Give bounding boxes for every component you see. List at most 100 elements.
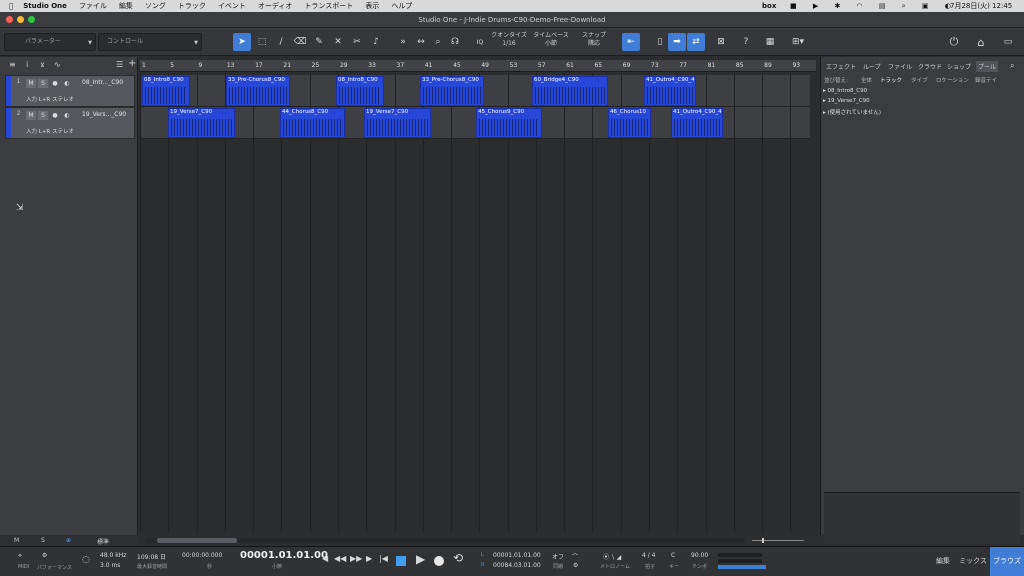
tab-loops[interactable]: ループ <box>863 62 881 71</box>
tab-effects[interactable]: エフェクト <box>826 62 856 71</box>
loop-start[interactable]: 00001.01.01.00 <box>493 552 541 559</box>
audio-clip[interactable]: 08_Intro8_C90 <box>142 76 190 106</box>
audio-clip[interactable]: 19_Verse7_C90 <box>168 108 235 138</box>
timeline-ruler[interactable]: 1 5 9 13 17 21 25 29 33 37 41 45 49 53 57 61 65 69 73 77 81 8… <box>140 60 816 72</box>
audio-clip[interactable]: 33_Pre-Chorus8_C90 <box>226 76 290 106</box>
track-header-1[interactable]: 1 M S ● ◐ 08_Intr..._C90 入力 L+R ステレオ <box>5 75 135 107</box>
tab-mix[interactable]: ミックス <box>958 547 988 576</box>
snap-toggle-button[interactable]: ⇤ <box>622 33 640 51</box>
tab-files[interactable]: ファイル <box>888 62 912 71</box>
tab-edit[interactable]: 編集 <box>930 547 956 576</box>
split-tool-button[interactable]: / <box>272 33 290 51</box>
video-icon[interactable]: ▦ <box>761 33 779 51</box>
play-button[interactable]: ▶ <box>416 552 425 566</box>
audio-clip[interactable]: 19_Verse7_C90 <box>364 108 431 138</box>
key-value[interactable]: C <box>671 552 675 559</box>
track-header-2[interactable]: 2 M S ● ◐ 19_Vers..._C90 入力 L+R ステレオ <box>5 107 135 139</box>
footer-s[interactable]: S <box>41 537 45 544</box>
audition-tool-button[interactable]: ☊ <box>446 33 464 51</box>
snap-select[interactable]: スナップ 隣応 <box>576 32 612 48</box>
home-icon[interactable]: ⌂ <box>972 33 990 51</box>
audio-clip[interactable]: 08_Intro8_C90 <box>336 76 384 106</box>
rewind-button[interactable]: ◀◀ <box>334 554 346 563</box>
draw-tool-button[interactable]: » <box>394 33 412 51</box>
automation-icon[interactable]: ∿ <box>54 60 61 69</box>
track-name[interactable]: 19_Vers..._C90 <box>82 111 126 118</box>
status-icons[interactable]: ■ ▶ ✱ ◠ ▤ ⌕ ▣ ◐ <box>790 2 958 11</box>
add-track-icon[interactable]: + <box>128 58 136 69</box>
search-icon[interactable]: ⌕ <box>1010 61 1014 71</box>
arrow-tool-button[interactable]: ➤ <box>233 33 251 51</box>
time-signature[interactable]: 4 / 4 <box>642 552 655 559</box>
sort-type[interactable]: タイプ <box>911 76 928 84</box>
apple-icon[interactable]:  <box>9 2 13 10</box>
tab-browse[interactable]: ブラウズ <box>990 547 1024 576</box>
mute-button[interactable]: M <box>26 79 36 88</box>
help-icon[interactable]: ? <box>737 33 755 51</box>
minimize-button[interactable] <box>17 16 24 23</box>
track-view-button[interactable]: ▯ <box>651 33 669 51</box>
sort-all[interactable]: 全体 <box>861 76 872 84</box>
menu-event[interactable]: イベント <box>218 1 246 11</box>
precount-icon[interactable]: ⌒ <box>572 552 578 561</box>
track-name[interactable]: 08_Intr..._C90 <box>82 79 123 86</box>
audio-clip[interactable]: 45_Chorus9_C90 <box>476 108 542 138</box>
footer-m[interactable]: M <box>14 537 19 544</box>
paint-tool-button[interactable]: ✎ <box>310 33 328 51</box>
parameter-field[interactable]: パラメーター ▼ <box>4 33 96 51</box>
forward-end-button[interactable]: ▶ <box>366 554 372 563</box>
arrange-view[interactable]: 08_Intro8_C90 33_Pre-Chorus8_C90 08_Intro8… <box>140 73 816 533</box>
record-button[interactable] <box>434 556 444 566</box>
midi-icon[interactable]: ⟡ <box>18 552 22 560</box>
pool-item[interactable]: ▸ 08_Intro8_C90 <box>823 88 867 94</box>
audio-clip[interactable]: 46_Chorus10 <box>608 108 651 138</box>
sort-location[interactable]: ロケーション <box>936 76 969 84</box>
tempo-value[interactable]: 90.00 <box>691 552 708 559</box>
tab-shop[interactable]: ショップ <box>947 62 971 71</box>
track-input[interactable]: 入力 L+R ステレオ <box>26 95 74 103</box>
window-icon[interactable]: ▭ <box>999 33 1017 51</box>
monitor-button[interactable]: ◐ <box>62 79 72 88</box>
audio-clip[interactable]: 41_Outro4_C90_4l <box>644 76 696 106</box>
cross-button[interactable]: ⊠ <box>712 33 730 51</box>
menu-app[interactable]: Studio One <box>23 2 67 10</box>
box-icon[interactable]: box <box>762 2 776 10</box>
solo-button[interactable]: S <box>38 79 48 88</box>
wrench-icon[interactable]: ɤ <box>40 60 45 69</box>
link-icon[interactable]: ⊕ <box>66 537 71 544</box>
mute-button[interactable]: M <box>26 111 36 120</box>
monitor-button[interactable]: ◐ <box>62 111 72 120</box>
zoom-tool-button[interactable]: ⌕ <box>429 33 447 51</box>
bend-tool-button[interactable]: ✂ <box>348 33 366 51</box>
sync-value[interactable]: オフ <box>552 552 564 561</box>
menu-icon[interactable]: ≡ <box>9 60 16 69</box>
tab-cloud[interactable]: クラウド <box>918 62 942 71</box>
timebase-select[interactable]: タイムベース 小節 <box>532 32 570 48</box>
list-icon[interactable]: ☰ <box>116 60 123 69</box>
info-icon[interactable]: i <box>26 60 28 69</box>
tab-pool[interactable]: プール <box>976 61 999 72</box>
sort-take[interactable]: 録音テイ <box>975 76 997 84</box>
stop-button[interactable] <box>396 556 406 566</box>
menu-song[interactable]: ソング <box>145 1 166 11</box>
menu-file[interactable]: ファイル <box>79 1 107 11</box>
control-field[interactable]: コントロール ▼ <box>98 33 202 51</box>
audio-clip[interactable]: 33_Pre-Chorus8_C90 <box>420 76 484 106</box>
forward-button[interactable]: ▶▶ <box>350 554 362 563</box>
audio-clip[interactable]: 41_Outro4_C90_4l <box>671 108 723 138</box>
footer-mode[interactable]: 標準 <box>97 537 109 546</box>
autoscroll-button[interactable]: ⇄ <box>687 33 705 51</box>
quantize-select[interactable]: クオンタイズ 1/16 <box>488 32 530 48</box>
eraser-tool-button[interactable]: ⌫ <box>291 33 309 51</box>
goto-start-button[interactable]: |◀ <box>379 554 388 563</box>
pool-item[interactable]: ▸ 19_Verse7_C90 <box>823 98 870 104</box>
menu-view[interactable]: 表示 <box>365 1 379 11</box>
loop-button[interactable]: ⟲ <box>453 551 463 565</box>
follow-button[interactable]: ➡ <box>668 33 686 51</box>
audio-clip[interactable]: 44_Chorus8_C90 <box>280 108 345 138</box>
metronome-settings-icon[interactable]: ⚙ <box>573 562 578 569</box>
iq-button[interactable]: IQ <box>471 33 489 51</box>
sort-track[interactable]: トラック <box>880 76 902 84</box>
master-volume-slider[interactable] <box>718 565 766 569</box>
record-button[interactable]: ● <box>50 79 60 88</box>
